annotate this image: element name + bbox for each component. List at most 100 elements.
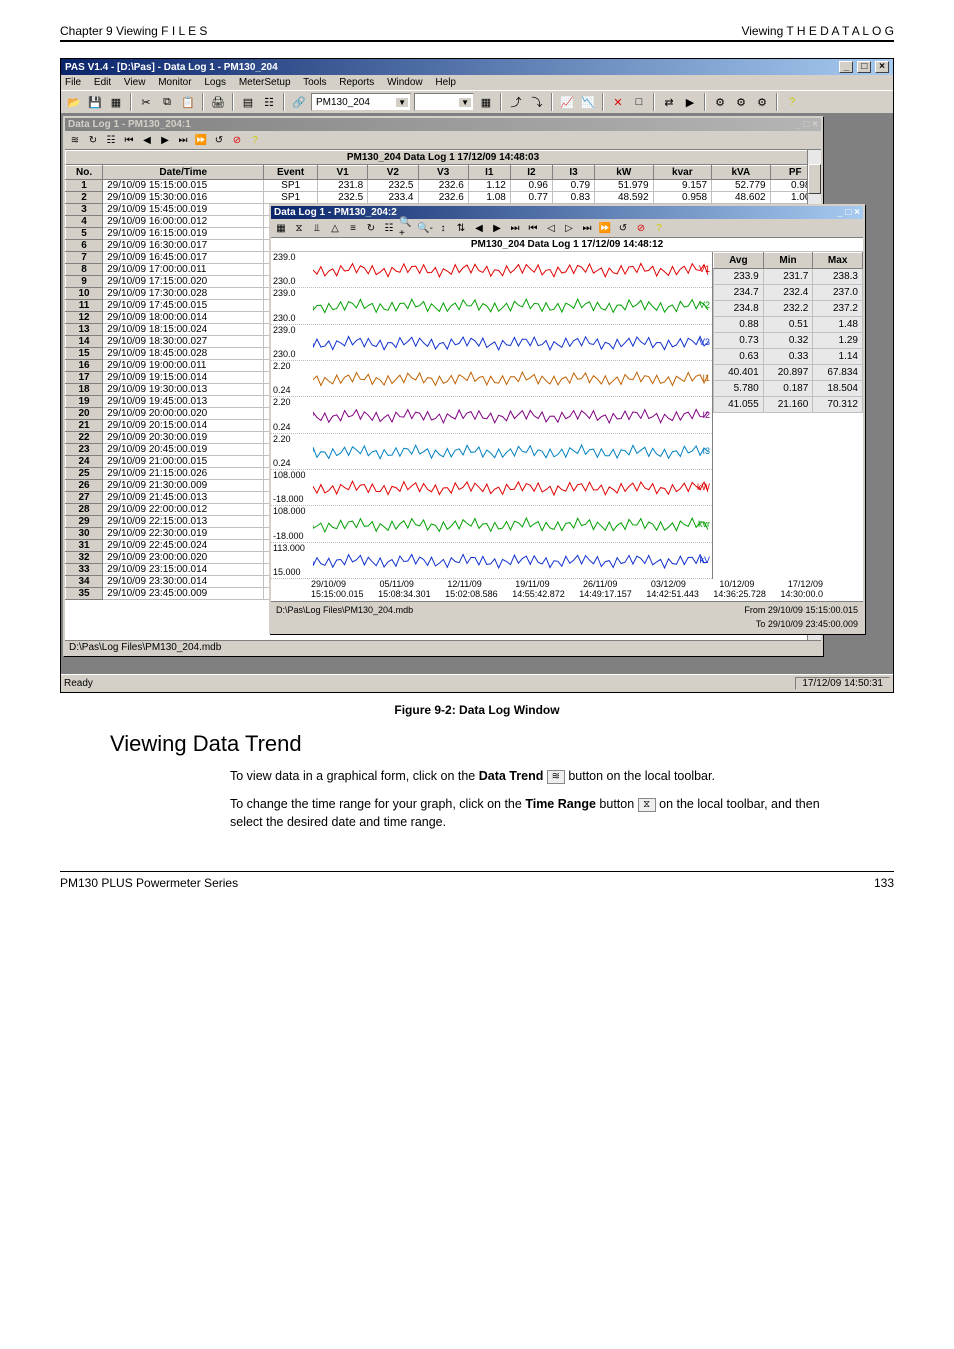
export2-icon[interactable]: ⤵ — [528, 93, 546, 111]
menu-help[interactable]: Help — [435, 77, 456, 88]
prev-icon[interactable]: ◀ — [139, 132, 155, 148]
grid-max-button[interactable]: □ — [803, 119, 809, 130]
time-range-icon[interactable]: ⧖ — [291, 220, 307, 236]
paste-icon[interactable]: 📋 — [179, 93, 197, 111]
column-header[interactable]: kW — [595, 166, 654, 180]
auto2-icon[interactable]: ↺ — [615, 220, 631, 236]
opt2-icon[interactable]: ⚙ — [732, 93, 750, 111]
column-header[interactable]: No. — [66, 166, 103, 180]
link-icon[interactable]: 🔗 — [290, 93, 308, 111]
right-icon[interactable]: ▶ — [489, 220, 505, 236]
header-right: Viewing T H E D A T A L O G — [741, 24, 894, 38]
props3-icon[interactable]: ☷ — [381, 220, 397, 236]
device-combo[interactable]: PM130_204 — [311, 93, 411, 111]
column-header[interactable]: V2 — [368, 166, 418, 180]
props2-icon[interactable]: ☷ — [103, 132, 119, 148]
last-icon[interactable]: ⏭ — [175, 132, 191, 148]
next-icon[interactable]: ▶ — [157, 132, 173, 148]
help2-icon[interactable]: ? — [247, 132, 263, 148]
grid-icon[interactable]: ▤ — [239, 93, 257, 111]
column-header[interactable]: V1 — [317, 166, 367, 180]
grid-local-toolbar: ≋ ↻ ☷ ⏮ ◀ ▶ ⏭ ⏩ ↺ ⊘ ? — [65, 131, 821, 150]
list-icon[interactable]: ≡ — [345, 220, 361, 236]
trend-max-button[interactable]: □ — [845, 207, 851, 218]
close-button[interactable]: × — [875, 61, 889, 73]
auto-icon[interactable]: ↺ — [211, 132, 227, 148]
props-icon[interactable]: ☷ — [260, 93, 278, 111]
minimize-button[interactable]: _ — [839, 61, 853, 73]
menu-monitor[interactable]: Monitor — [158, 77, 191, 88]
export-icon[interactable]: ⤴ — [507, 93, 525, 111]
column-header[interactable]: V3 — [418, 166, 468, 180]
menu-file[interactable]: File — [65, 77, 81, 88]
left-icon[interactable]: ◀ — [471, 220, 487, 236]
menu-view[interactable]: View — [124, 77, 146, 88]
zoomout-icon[interactable]: 🔍- — [417, 220, 433, 236]
help3-icon[interactable]: ? — [651, 220, 667, 236]
ffwd2-icon[interactable]: ⏩ — [597, 220, 613, 236]
blank-combo[interactable] — [414, 93, 474, 111]
column-header[interactable]: I2 — [510, 166, 552, 180]
ffwd-icon[interactable]: ⏩ — [193, 132, 209, 148]
overlap-icon[interactable]: ⫫ — [309, 220, 325, 236]
column-header[interactable]: I1 — [468, 166, 510, 180]
delete-icon[interactable]: ✕ — [609, 93, 627, 111]
status-clock: 17/12/09 14:50:31 — [795, 677, 890, 690]
vexpand-icon[interactable]: ↕ — [435, 220, 451, 236]
clear-icon[interactable]: ⊘ — [229, 132, 245, 148]
trend-icon[interactable]: ≋ — [67, 132, 83, 148]
column-header[interactable]: Date/Time — [103, 166, 264, 180]
table-mode-icon[interactable]: ▦ — [477, 93, 495, 111]
grid-min-button[interactable]: _ — [795, 119, 801, 130]
table-row[interactable]: 229/10/09 15:30:00.016SP1232.5233.4232.6… — [66, 192, 821, 204]
opt1-icon[interactable]: ⚙ — [711, 93, 729, 111]
trend-caption: PM130_204 Data Log 1 17/12/09 14:48:12 — [271, 238, 863, 252]
chart2-icon[interactable]: 📉 — [579, 93, 597, 111]
chart1-icon[interactable]: 📈 — [558, 93, 576, 111]
clear2-icon[interactable]: ⊘ — [633, 220, 649, 236]
menu-edit[interactable]: Edit — [94, 77, 111, 88]
new-icon[interactable]: ▦ — [107, 93, 125, 111]
trend-stats-table: AvgMinMax233.9231.7238.3234.7232.4237.02… — [713, 252, 863, 413]
send-icon[interactable]: ▶ — [681, 93, 699, 111]
menu-metersetup[interactable]: MeterSetup — [239, 77, 291, 88]
grid-close-button[interactable]: × — [812, 119, 818, 130]
menu-tools[interactable]: Tools — [303, 77, 326, 88]
column-header[interactable]: kVA — [712, 166, 771, 180]
opt3-icon[interactable]: ⚙ — [753, 93, 771, 111]
first2-icon[interactable]: ⏮ — [525, 220, 541, 236]
print-icon[interactable]: 🖨 — [209, 93, 227, 111]
menu-logs[interactable]: Logs — [204, 77, 226, 88]
trend-close-button[interactable]: × — [854, 207, 860, 218]
table-row[interactable]: 129/10/09 15:15:00.015SP1231.8232.5232.6… — [66, 180, 821, 192]
column-header[interactable]: Event — [264, 166, 318, 180]
next2-icon[interactable]: ▷ — [561, 220, 577, 236]
trend-plot[interactable]: 239.0230.0V1239.0230.0V2239.0230.0V32.20… — [271, 252, 713, 579]
page-footer: PM130 PLUS Powermeter Series 133 — [60, 871, 894, 890]
prev2-icon[interactable]: ◁ — [543, 220, 559, 236]
save-icon[interactable]: 💾 — [86, 93, 104, 111]
cut-icon[interactable]: ✂ — [137, 93, 155, 111]
refresh-icon[interactable]: ↻ — [85, 132, 101, 148]
delta-icon[interactable]: △ — [327, 220, 343, 236]
end-icon[interactable]: ⏭ — [507, 220, 523, 236]
refresh2-icon[interactable]: ↻ — [363, 220, 379, 236]
menu-window[interactable]: Window — [387, 77, 423, 88]
grid-mode-icon[interactable]: ▦ — [273, 220, 289, 236]
last2-icon[interactable]: ⏭ — [579, 220, 595, 236]
first-icon[interactable]: ⏮ — [121, 132, 137, 148]
column-header[interactable]: I3 — [552, 166, 594, 180]
vshrink-icon[interactable]: ⇅ — [453, 220, 469, 236]
copy-icon[interactable]: ⧉ — [158, 93, 176, 111]
connect-icon[interactable]: ⇄ — [660, 93, 678, 111]
open-icon[interactable]: 📂 — [65, 93, 83, 111]
menu-reports[interactable]: Reports — [339, 77, 374, 88]
column-header[interactable]: kvar — [653, 166, 712, 180]
maximize-button[interactable]: □ — [857, 61, 871, 73]
zoomin-icon[interactable]: 🔍+ — [399, 220, 415, 236]
trend-min-button[interactable]: _ — [837, 207, 843, 218]
stop-icon[interactable]: □ — [630, 93, 648, 111]
x-axis-times: 15:15:00.01515:08:34.30115:02:08.58614:5… — [271, 589, 863, 601]
menubar: File Edit View Monitor Logs MeterSetup T… — [61, 75, 893, 90]
help-icon[interactable]: ? — [783, 93, 801, 111]
